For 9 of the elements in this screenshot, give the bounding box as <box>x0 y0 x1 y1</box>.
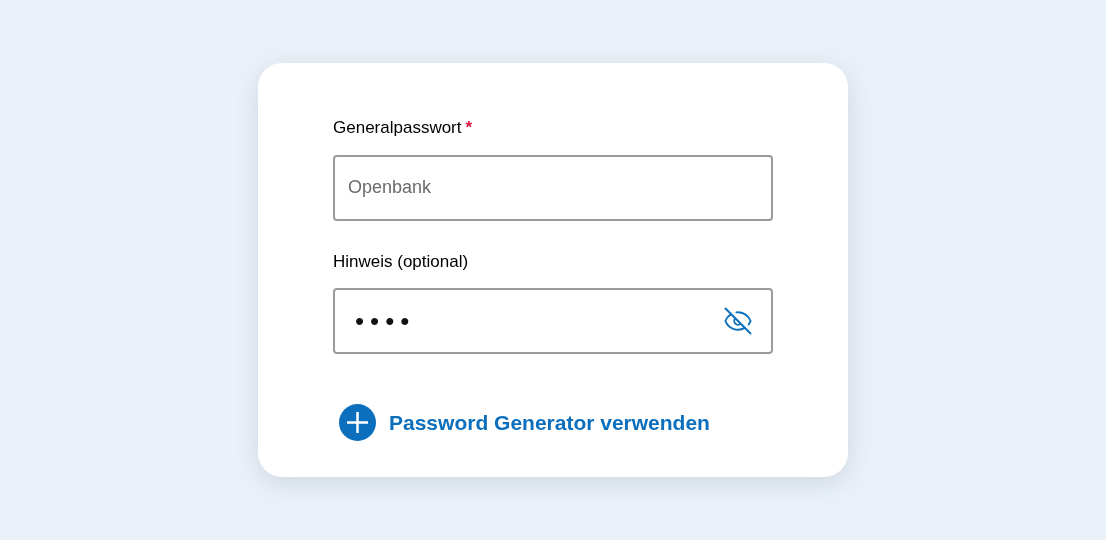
required-mark: * <box>465 117 473 139</box>
input-field[interactable]: Openbank <box>333 154 773 221</box>
masked-value: •••• <box>355 308 416 334</box>
password-field[interactable]: •••• <box>333 288 773 354</box>
field-label: Hinweis (optional) <box>333 250 469 273</box>
eye-off-icon[interactable] <box>723 306 753 336</box>
password-generator-link[interactable]: Password Generator verwenden <box>333 404 710 441</box>
field-label: Generalpasswort <box>333 117 462 139</box>
plus-circle-icon <box>339 404 376 441</box>
